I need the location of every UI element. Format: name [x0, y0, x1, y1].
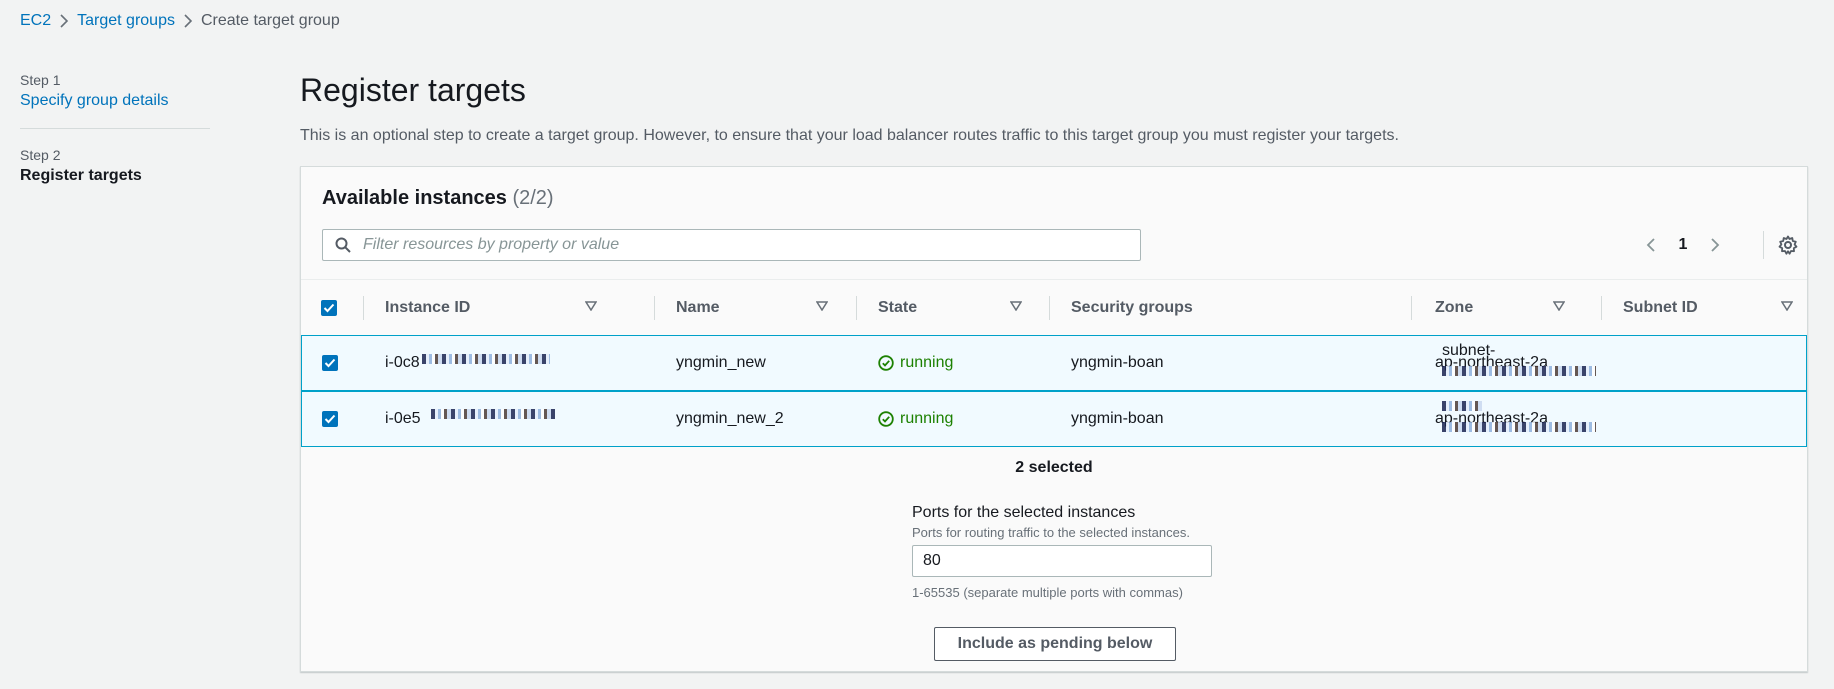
filter-input[interactable] [361, 235, 1125, 255]
column-divider [856, 296, 857, 320]
step-register-targets-current: Register targets [20, 167, 142, 184]
column-header-state[interactable]: State [878, 280, 1034, 336]
preferences-button[interactable] [1776, 233, 1800, 257]
column-divider [1049, 296, 1050, 320]
ports-input[interactable] [912, 545, 1212, 577]
row-select-cell [322, 336, 338, 390]
state-text: running [900, 410, 954, 427]
ports-label: Ports for the selected instances [912, 504, 1136, 521]
redacted-text [421, 354, 550, 364]
sort-caret-icon[interactable] [1010, 301, 1022, 311]
checkmark-icon [324, 358, 336, 368]
row-select-cell [322, 392, 338, 446]
wizard-step-1: Step 1 Specify group details [20, 72, 210, 128]
instance-id-cell: i-0e5 [385, 392, 555, 446]
column-header-label: Instance ID [385, 299, 471, 316]
column-header-name[interactable]: Name [676, 280, 840, 336]
sort-caret-icon[interactable] [816, 301, 828, 311]
search-icon [335, 237, 351, 253]
column-header-label: Zone [1435, 299, 1474, 316]
state-status: running [878, 410, 953, 428]
status-success-icon [878, 355, 894, 371]
current-page-number[interactable]: 1 [1663, 236, 1703, 254]
available-instances-panel: Available instances (2/2) 1 [300, 166, 1808, 672]
checkmark-icon [324, 414, 336, 424]
available-instances-label: Available instances [322, 187, 507, 209]
sort-caret-icon[interactable] [1781, 301, 1793, 311]
selected-count: 2 selected [1015, 459, 1093, 476]
previous-page-button[interactable] [1639, 233, 1663, 257]
column-header-security-groups[interactable]: Security groups [1071, 280, 1401, 336]
breadcrumb-ec2-link[interactable]: EC2 [20, 12, 51, 30]
breadcrumb-current: Create target group [200, 12, 340, 29]
state-cell: running [878, 336, 953, 390]
divider [1763, 231, 1764, 259]
ports-constraint-hint: 1-65535 (separate multiple ports with co… [912, 585, 1183, 600]
row-checkbox[interactable] [322, 355, 338, 371]
pagination: 1 [1639, 233, 1727, 257]
instance-id-text: i-0e5 [385, 410, 421, 427]
column-header-label: Name [676, 299, 720, 316]
row-checkbox[interactable] [322, 411, 338, 427]
redacted-text [1442, 422, 1596, 432]
name-cell: yngmin_new_2 [676, 410, 784, 427]
chevron-right-icon [51, 14, 77, 28]
page-title: Register targets [300, 72, 526, 108]
select-all-cell [321, 280, 351, 336]
state-text: running [900, 354, 954, 371]
wizard-steps: Step 1 Specify group details Step 2 Regi… [20, 72, 210, 203]
available-instances-title: Available instances (2/2) [322, 187, 554, 210]
ports-description: Ports for routing traffic to the selecte… [912, 525, 1190, 540]
column-header-label: Security groups [1071, 299, 1193, 316]
next-page-button[interactable] [1703, 233, 1727, 257]
subnet-id-text: subnet- [1442, 342, 1496, 359]
checkmark-icon [323, 303, 335, 313]
chevron-right-icon [1711, 238, 1720, 252]
table-header: Instance ID Name State Security groups Z… [301, 279, 1807, 337]
table-row[interactable]: i-0e5 yngmin_new_2 running yngmin-boan a… [301, 391, 1807, 447]
redacted-text [1442, 401, 1482, 411]
column-divider [654, 296, 655, 320]
subnet-id-cell: subnet- [1442, 342, 1602, 381]
security-groups-cell: yngmin-boan [1071, 354, 1164, 371]
column-header-label: State [878, 299, 918, 316]
name-cell: yngmin_new [676, 354, 766, 371]
security-groups-cell: yngmin-boan [1071, 410, 1164, 427]
filter-field [322, 229, 1141, 261]
sort-caret-icon[interactable] [1553, 301, 1565, 311]
chevron-left-icon [1646, 238, 1655, 252]
column-header-label: Subnet ID [1623, 299, 1698, 316]
available-instances-count: (2/2) [512, 187, 554, 209]
sort-caret-icon[interactable] [585, 301, 597, 311]
gear-icon [1778, 235, 1798, 255]
state-cell: running [878, 392, 953, 446]
instance-id-text: i-0c8 [385, 354, 420, 371]
include-as-pending-button[interactable]: Include as pending below [934, 627, 1176, 661]
status-success-icon [878, 411, 894, 427]
chevron-right-icon [175, 14, 201, 28]
page-description: This is an optional step to create a tar… [300, 127, 1399, 144]
select-all-checkbox[interactable] [321, 300, 337, 316]
state-status: running [878, 354, 953, 372]
redacted-text [1442, 366, 1596, 376]
step-specify-group-details-link[interactable]: Specify group details [20, 92, 169, 109]
column-divider [363, 296, 364, 320]
instance-id-cell: i-0c8 [385, 336, 550, 390]
step-number: Step 1 [20, 72, 61, 88]
step-number: Step 2 [20, 147, 61, 163]
column-divider [1601, 296, 1602, 320]
breadcrumb: EC2 Target groups Create target group [20, 12, 340, 30]
redacted-text [430, 409, 555, 419]
breadcrumb-target-groups-link[interactable]: Target groups [77, 12, 175, 30]
wizard-step-2: Step 2 Register targets [20, 128, 210, 203]
column-header-zone[interactable]: Zone [1435, 280, 1577, 336]
column-divider [1411, 296, 1412, 320]
table-row[interactable]: i-0c8 yngmin_new running yngmin-boan ap-… [301, 335, 1807, 391]
column-header-instance-id[interactable]: Instance ID [385, 280, 609, 336]
column-header-subnet-id[interactable]: Subnet ID [1623, 280, 1805, 336]
subnet-id-cell [1442, 398, 1602, 437]
